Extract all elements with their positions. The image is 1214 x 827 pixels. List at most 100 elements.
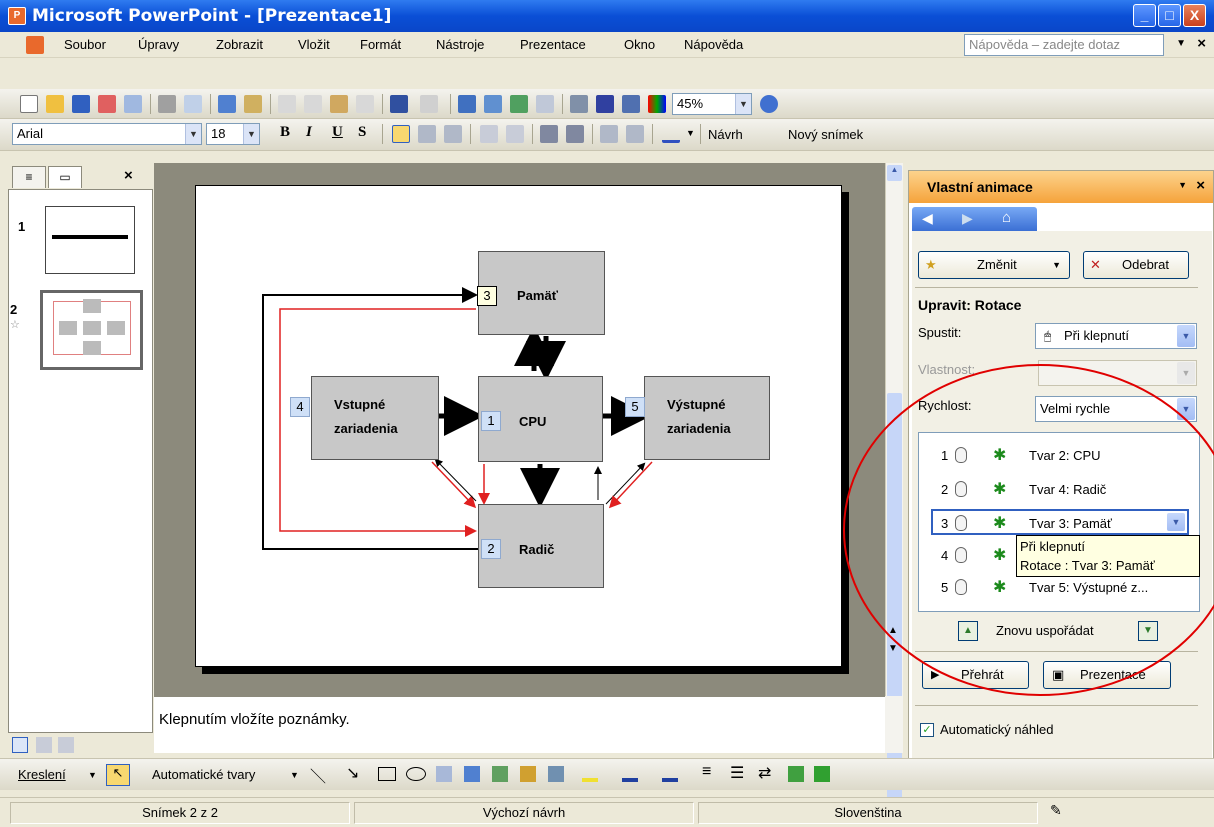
- 3d-style-icon[interactable]: [814, 766, 830, 782]
- menu-napoveda[interactable]: Nápověda: [684, 37, 743, 52]
- chevron-down-icon[interactable]: ▼: [243, 124, 259, 144]
- slide-canvas[interactable]: 3 Pamäť 4 Vstupné zariadenia 1 CPU 5 Výs…: [195, 185, 842, 667]
- spelling-icon[interactable]: [218, 95, 236, 113]
- permission-icon[interactable]: [98, 95, 116, 113]
- task-pane-close-icon[interactable]: ×: [1196, 177, 1205, 194]
- font-color-icon[interactable]: [662, 125, 680, 143]
- redo-icon[interactable]: [420, 95, 438, 113]
- tab-slides[interactable]: ▭: [48, 166, 82, 188]
- zoom-select[interactable]: 45% ▼: [672, 93, 752, 115]
- chevron-down-icon[interactable]: ▼: [1177, 325, 1195, 347]
- insert-hyperlink-icon[interactable]: [536, 95, 554, 113]
- chevron-down-icon[interactable]: ▼: [290, 770, 299, 780]
- diagram-icon[interactable]: [492, 766, 508, 782]
- insert-table-icon[interactable]: [484, 95, 502, 113]
- start-select[interactable]: 🖱 Při klepnutí ▼: [1035, 323, 1197, 349]
- box-pamat[interactable]: 3 Pamäť: [477, 251, 605, 335]
- minimize-button[interactable]: _: [1133, 4, 1156, 27]
- oval-icon[interactable]: [406, 767, 426, 781]
- increase-font-icon[interactable]: [540, 125, 558, 143]
- undo-icon[interactable]: [390, 95, 408, 113]
- home-icon[interactable]: ⌂: [1002, 209, 1011, 226]
- print-icon[interactable]: [158, 95, 176, 113]
- increase-indent-icon[interactable]: [626, 125, 644, 143]
- line-icon[interactable]: ＼: [310, 763, 326, 787]
- save-icon[interactable]: [72, 95, 90, 113]
- expand-all-icon[interactable]: [570, 95, 588, 113]
- select-arrow-icon[interactable]: ↖: [106, 764, 130, 786]
- animation-item[interactable]: 2 ✱ Tvar 4: Radič: [919, 477, 1199, 503]
- format-painter-icon[interactable]: [356, 95, 374, 113]
- slide-thumbnail-2[interactable]: [40, 290, 143, 370]
- draw-menu-button[interactable]: Kreslení: [18, 767, 66, 782]
- slide-show-button[interactable]: ▣ Prezentace: [1043, 661, 1171, 689]
- menu-prezentace[interactable]: Prezentace: [520, 37, 586, 52]
- font-select[interactable]: Arial ▼: [12, 123, 202, 145]
- cut-icon[interactable]: [278, 95, 296, 113]
- notes-scrollbar[interactable]: [885, 696, 903, 753]
- bullets-icon[interactable]: [506, 125, 524, 143]
- chevron-down-icon[interactable]: ▼: [185, 124, 201, 144]
- help-icon[interactable]: [760, 95, 778, 113]
- picture-icon[interactable]: [548, 766, 564, 782]
- bold-button[interactable]: B: [280, 124, 290, 141]
- notes-pane[interactable]: Klepnutím vložíte poznámky.: [154, 696, 885, 753]
- move-up-icon[interactable]: ▲: [958, 621, 978, 641]
- box-radic[interactable]: 2 Radič: [478, 504, 604, 588]
- copy-icon[interactable]: [304, 95, 322, 113]
- dash-style-icon[interactable]: ☰: [730, 763, 744, 783]
- menu-soubor[interactable]: Soubor: [64, 37, 106, 52]
- align-right-icon[interactable]: [444, 125, 462, 143]
- open-icon[interactable]: [46, 95, 64, 113]
- insert-chart-icon[interactable]: [458, 95, 476, 113]
- animation-list[interactable]: 1 ✱ Tvar 2: CPU 2 ✱ Tvar 4: Radič 3 ✱ Tv…: [918, 432, 1200, 612]
- play-button[interactable]: ▶ Přehrát: [922, 661, 1029, 689]
- align-left-icon[interactable]: [392, 125, 410, 143]
- design-button[interactable]: Návrh: [708, 127, 743, 142]
- print-preview-icon[interactable]: [184, 95, 202, 113]
- arrow-style-icon[interactable]: ⇄: [758, 763, 771, 783]
- fill-color-icon[interactable]: [582, 766, 598, 782]
- shadow-button[interactable]: S: [358, 124, 366, 141]
- chevron-down-icon[interactable]: ▼: [1167, 513, 1185, 531]
- normal-view-icon[interactable]: [12, 737, 28, 753]
- align-center-icon[interactable]: [418, 125, 436, 143]
- editor-scrollbar[interactable]: ▲ ▲ ▼: [885, 163, 903, 813]
- numbering-icon[interactable]: [480, 125, 498, 143]
- menu-upravy[interactable]: Úpravy: [138, 37, 179, 52]
- arrow-icon[interactable]: ↘: [346, 763, 359, 783]
- help-search-input[interactable]: Nápověda – zadejte dotaz: [964, 34, 1164, 56]
- tables-borders-icon[interactable]: [510, 95, 528, 113]
- change-button[interactable]: ★ Změnit ▼: [918, 251, 1070, 279]
- font-size-select[interactable]: 18 ▼: [206, 123, 260, 145]
- slide-sorter-view-icon[interactable]: [36, 737, 52, 753]
- slide-thumbnail-1[interactable]: [45, 206, 135, 274]
- chevron-down-icon[interactable]: ▼: [686, 128, 695, 138]
- animation-item[interactable]: 5 ✱ Tvar 5: Výstupné z...: [919, 575, 1199, 601]
- rectangle-icon[interactable]: [378, 767, 396, 781]
- decrease-indent-icon[interactable]: [600, 125, 618, 143]
- chevron-down-icon[interactable]: ▼: [88, 770, 97, 780]
- email-icon[interactable]: [124, 95, 142, 113]
- wordart-icon[interactable]: [464, 766, 480, 782]
- tab-outline[interactable]: ≡: [12, 166, 46, 188]
- menu-zobrazit[interactable]: Zobrazit: [216, 37, 263, 52]
- box-cpu[interactable]: 1 CPU: [478, 376, 603, 462]
- chevron-down-icon[interactable]: ▼: [735, 94, 751, 114]
- scroll-up-icon[interactable]: ▲: [887, 165, 902, 181]
- box-vstupne-zariadenia[interactable]: 4 Vstupné zariadenia: [290, 376, 439, 460]
- show-formatting-icon[interactable]: [596, 95, 614, 113]
- next-slide-icon[interactable]: ▼: [888, 643, 898, 654]
- help-dropdown-icon[interactable]: ▼: [1176, 38, 1186, 49]
- menu-close-button[interactable]: ×: [1197, 35, 1206, 52]
- menu-format[interactable]: Formát: [360, 37, 401, 52]
- maximize-button[interactable]: □: [1158, 4, 1181, 27]
- shadow-style-icon[interactable]: [788, 766, 804, 782]
- color-grayscale-icon[interactable]: [648, 95, 666, 113]
- autoshapes-menu-button[interactable]: Automatické tvary: [152, 767, 255, 782]
- menu-okno[interactable]: Okno: [624, 37, 655, 52]
- chevron-down-icon[interactable]: ▼: [1178, 180, 1187, 190]
- chevron-down-icon[interactable]: ▼: [1052, 252, 1061, 278]
- line-style-icon[interactable]: ≡: [702, 763, 711, 781]
- pane-close-button[interactable]: ×: [124, 167, 133, 184]
